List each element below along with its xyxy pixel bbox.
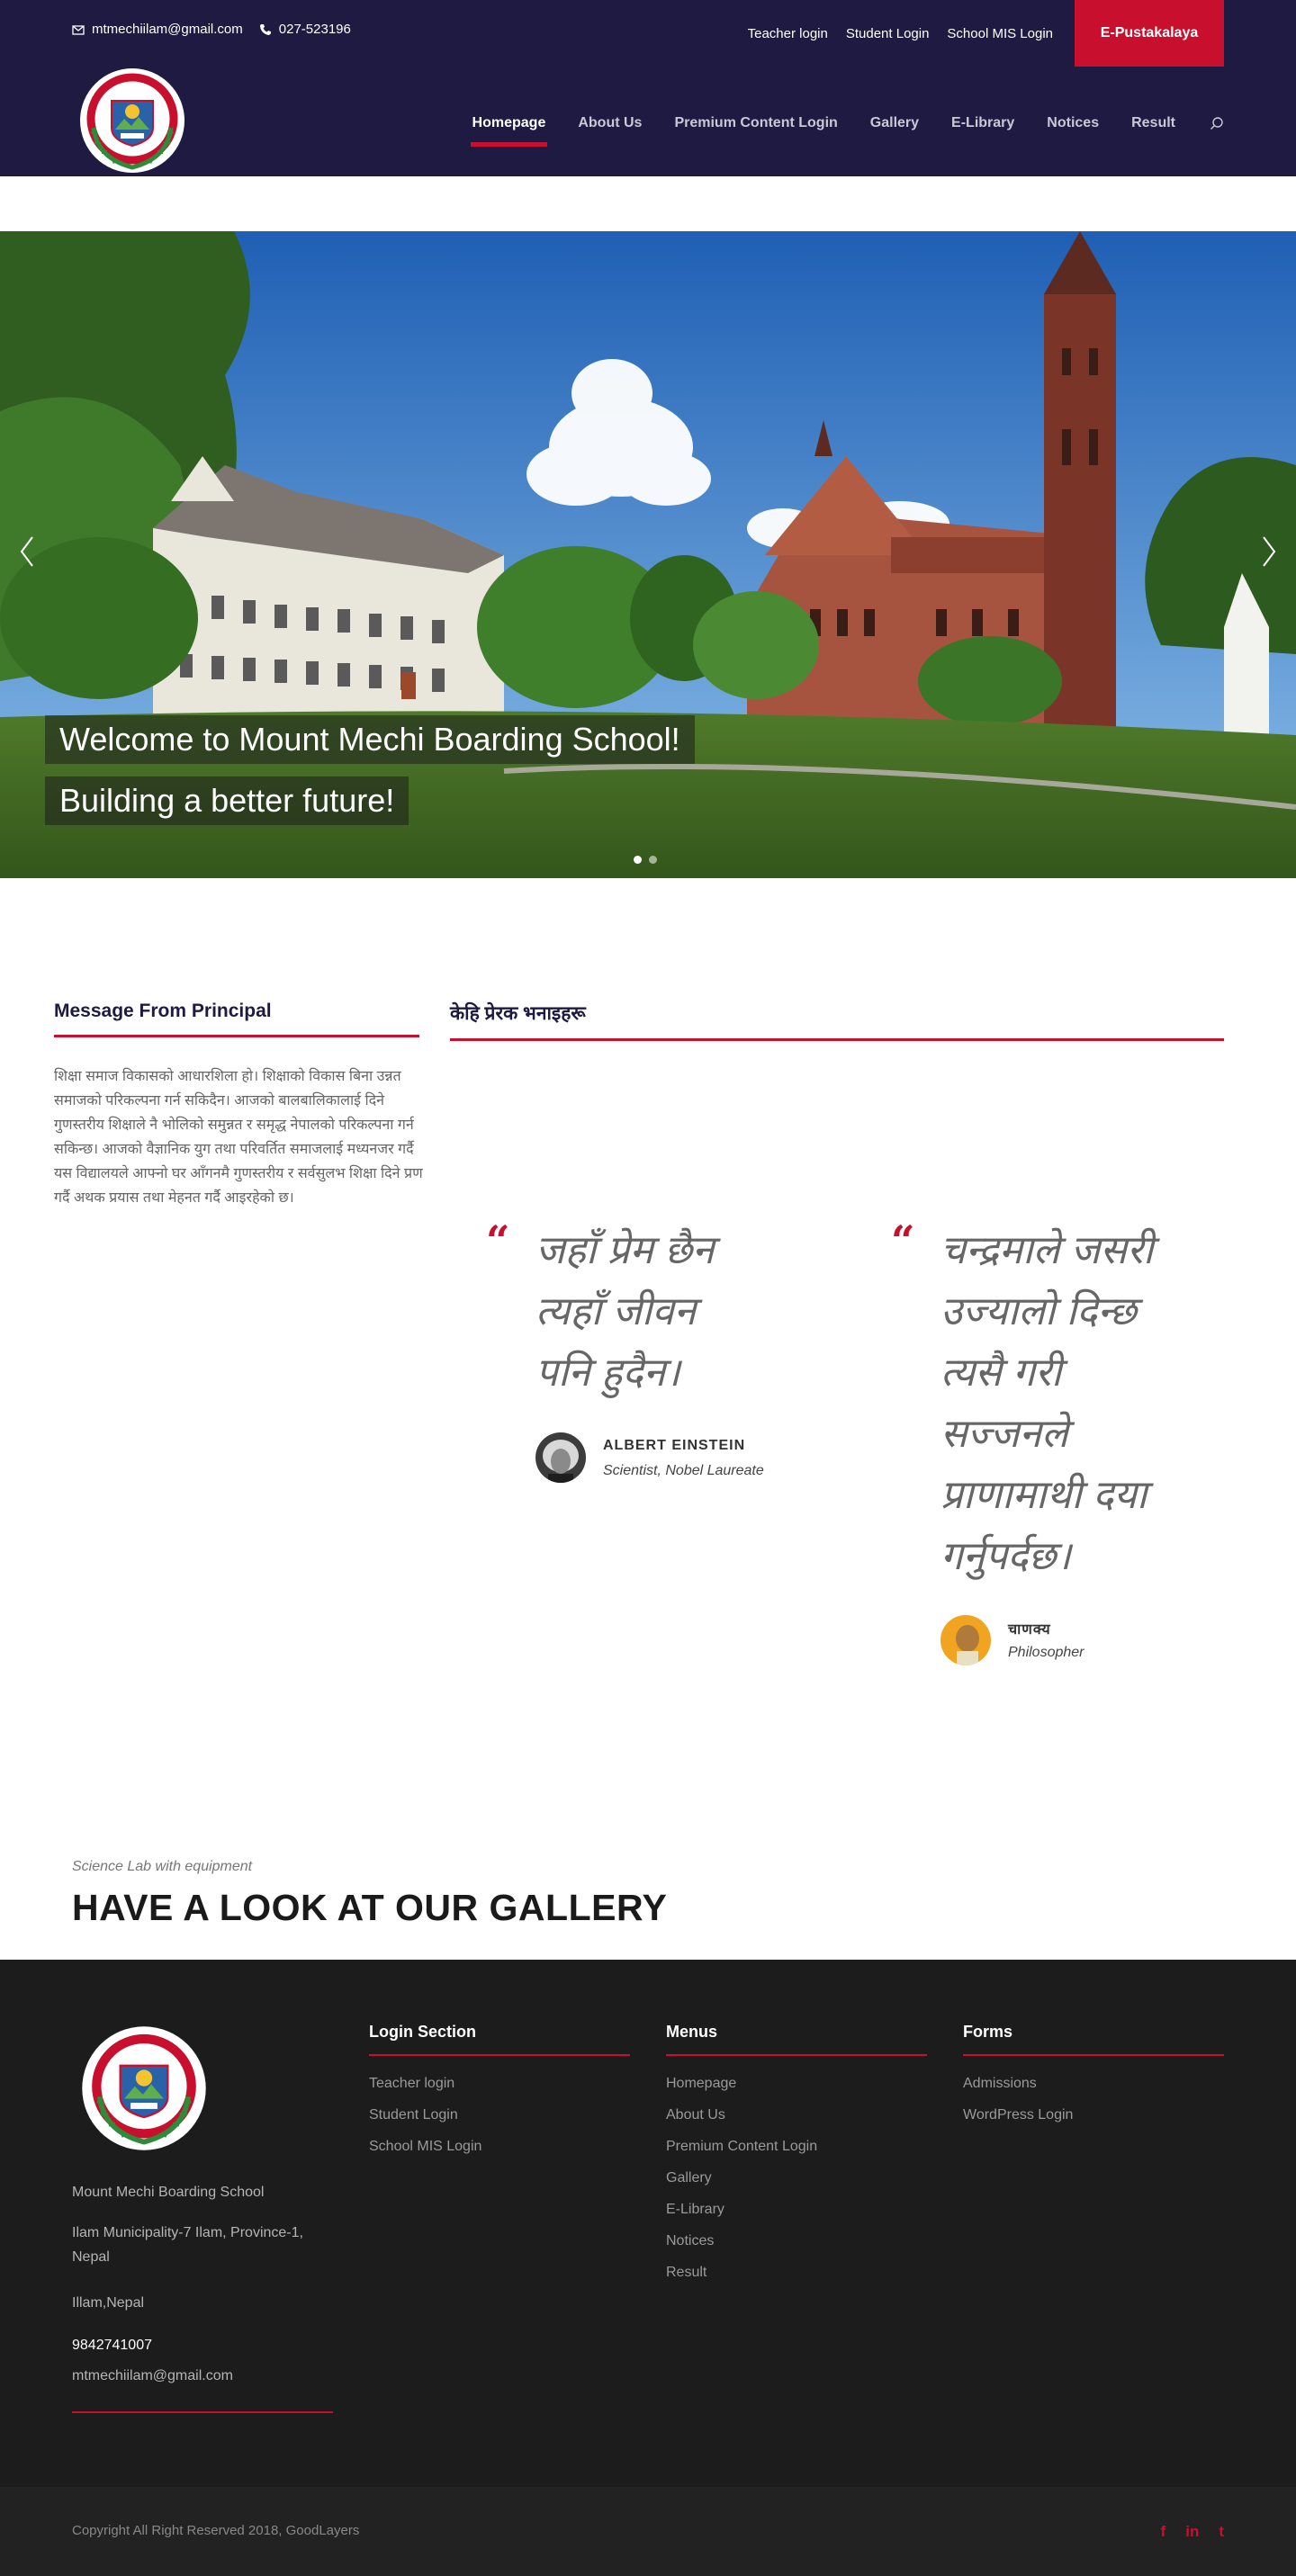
quote-line: प्राणामाथी दया xyxy=(940,1473,1148,1517)
school-logo[interactable] xyxy=(77,65,187,176)
quote-line: त्यहाँ जीवन xyxy=(536,1289,697,1333)
footer-admissions-link[interactable]: Admissions xyxy=(963,2076,1224,2107)
footer-school-mis-login-link[interactable]: School MIS Login xyxy=(369,2139,630,2170)
login-links: Teacher login Student Login School MIS L… xyxy=(748,0,1224,67)
principal-message-text: शिक्षा समाज विकासको आधारशिला हो। शिक्षाक… xyxy=(54,1069,423,1206)
slider-dots xyxy=(634,856,657,864)
footer-forms-title: Forms xyxy=(963,2023,1224,2056)
footer-teacher-login-link[interactable]: Teacher login xyxy=(369,2076,630,2107)
quote-line: उज्यालो दिन्छ xyxy=(940,1289,1137,1333)
contact-phone[interactable]: 027-523196 xyxy=(259,22,351,37)
footer-menu-e-library[interactable]: E-Library xyxy=(666,2202,927,2233)
site-footer: Mount Mechi Boarding School Ilam Municip… xyxy=(0,1960,1296,2487)
footer-login-title: Login Section xyxy=(369,2023,630,2056)
quote-line: जहाँ प्रेम छैन xyxy=(536,1228,715,1272)
quote-author: ALBERT EINSTEIN xyxy=(603,1438,746,1453)
nav-gallery[interactable]: Gallery xyxy=(870,115,919,131)
nav-result[interactable]: Result xyxy=(1131,115,1175,131)
footer-menu-about-us[interactable]: About Us xyxy=(666,2107,927,2139)
footer-email[interactable]: mtmechiilam@gmail.com xyxy=(72,2364,233,2388)
main-nav: Homepage About Us Premium Content Login … xyxy=(440,115,1224,147)
contact-email[interactable]: mtmechiilam@gmail.com xyxy=(72,22,243,37)
hero-caption-tagline: Building a better future! xyxy=(45,776,410,825)
quote-line: पनि हुदैन। xyxy=(536,1351,680,1395)
linkedin-icon[interactable]: in xyxy=(1185,2523,1199,2541)
quote-icon: “ xyxy=(891,1216,915,1265)
quote-line: सज्जनले xyxy=(940,1412,1068,1456)
footer-menu-homepage[interactable]: Homepage xyxy=(666,2076,927,2107)
search-icon[interactable] xyxy=(1210,116,1224,130)
social-links: f in t xyxy=(1161,2523,1224,2541)
student-login-link[interactable]: Student Login xyxy=(846,26,930,41)
nav-e-library[interactable]: E-Library xyxy=(951,115,1014,131)
nav-notices[interactable]: Notices xyxy=(1047,115,1099,131)
nav-homepage[interactable]: Homepage xyxy=(470,115,548,147)
envelope-icon xyxy=(72,24,85,35)
copyright-text: Copyright All Right Reserved 2018, GoodL… xyxy=(72,2523,360,2538)
quote-text: जहाँ प्रेम छैन त्यहाँ जीवन पनि हुदैन। xyxy=(536,1220,860,1404)
chevron-right-icon[interactable] xyxy=(1260,535,1278,568)
facebook-icon[interactable]: f xyxy=(1161,2523,1166,2541)
quote-author: चाणक्य xyxy=(1008,1622,1051,1638)
avatar xyxy=(940,1615,991,1665)
quotes-heading: केहि प्रेरक भनाइहरू xyxy=(450,1001,1224,1041)
page: mtmechiilam@gmail.com 027-523196 Teacher… xyxy=(0,0,1296,2576)
footer-menu-premium-content-login[interactable]: Premium Content Login xyxy=(666,2139,927,2170)
e-pustakalaya-button[interactable]: E-Pustakalaya xyxy=(1075,0,1224,67)
quote-line: त्यसै गरी xyxy=(940,1351,1062,1395)
principal-message-heading: Message From Principal xyxy=(54,1001,419,1037)
quote-icon: “ xyxy=(486,1216,510,1265)
contact-bar: mtmechiilam@gmail.com 027-523196 xyxy=(72,22,351,37)
footer-forms-section: Forms Admissions WordPress Login xyxy=(963,2023,1224,2139)
hero-caption-welcome: Welcome to Mount Mechi Boarding School! xyxy=(45,715,695,764)
footer-wordpress-login-link[interactable]: WordPress Login xyxy=(963,2107,1224,2139)
contact-email-text: mtmechiilam@gmail.com xyxy=(92,22,243,37)
nav-about-us[interactable]: About Us xyxy=(578,115,642,131)
slider-dot-1[interactable] xyxy=(634,856,642,864)
footer-phone[interactable]: 9842741007 xyxy=(72,2333,152,2357)
footer-logo[interactable] xyxy=(81,2024,207,2152)
site-header: mtmechiilam@gmail.com 027-523196 Teacher… xyxy=(0,0,1296,176)
nav-premium-content-login[interactable]: Premium Content Login xyxy=(674,115,837,131)
footer-menus-title: Menus xyxy=(666,2023,927,2056)
quote-author-role: Scientist, Nobel Laureate xyxy=(603,1463,764,1478)
footer-menu-result[interactable]: Result xyxy=(666,2265,927,2296)
copyright-bar: Copyright All Right Reserved 2018, GoodL… xyxy=(0,2487,1296,2576)
slider-shadow xyxy=(0,878,1296,932)
footer-menus-section: Menus Homepage About Us Premium Content … xyxy=(666,2023,927,2296)
hero-slider: Welcome to Mount Mechi Boarding School! … xyxy=(0,231,1296,878)
gallery-subtitle: Science Lab with equipment xyxy=(72,1859,253,1874)
footer-menu-notices[interactable]: Notices xyxy=(666,2233,927,2265)
contact-phone-text: 027-523196 xyxy=(278,22,351,37)
avatar xyxy=(536,1432,586,1483)
footer-address: Ilam Municipality-7 Ilam, Province-1, Ne… xyxy=(72,2225,303,2265)
teacher-login-link[interactable]: Teacher login xyxy=(748,26,828,41)
quote-line: गर्नुपर्दछ। xyxy=(940,1534,1072,1578)
chevron-left-icon[interactable] xyxy=(18,535,36,568)
footer-student-login-link[interactable]: Student Login xyxy=(369,2107,630,2139)
footer-login-section: Login Section Teacher login Student Logi… xyxy=(369,2023,630,2170)
footer-menu-gallery[interactable]: Gallery xyxy=(666,2170,927,2202)
twitter-icon[interactable]: t xyxy=(1219,2523,1224,2541)
school-mis-login-link[interactable]: School MIS Login xyxy=(947,26,1053,41)
gallery-title: HAVE A LOOK AT OUR GALLERY xyxy=(72,1887,668,1928)
footer-city: Illam,Nepal xyxy=(72,2295,145,2311)
footer-school-name: Mount Mechi Boarding School xyxy=(72,2185,265,2200)
slider-dot-2[interactable] xyxy=(649,856,657,864)
quote-author-role: Philosopher xyxy=(1008,1645,1084,1660)
footer-divider xyxy=(72,2411,333,2413)
quote-text: चन्द्रमाले जसरी उज्यालो दिन्छ त्यसै गरी … xyxy=(940,1220,1228,1587)
phone-icon xyxy=(259,23,271,35)
quote-line: चन्द्रमाले जसरी xyxy=(940,1228,1154,1272)
